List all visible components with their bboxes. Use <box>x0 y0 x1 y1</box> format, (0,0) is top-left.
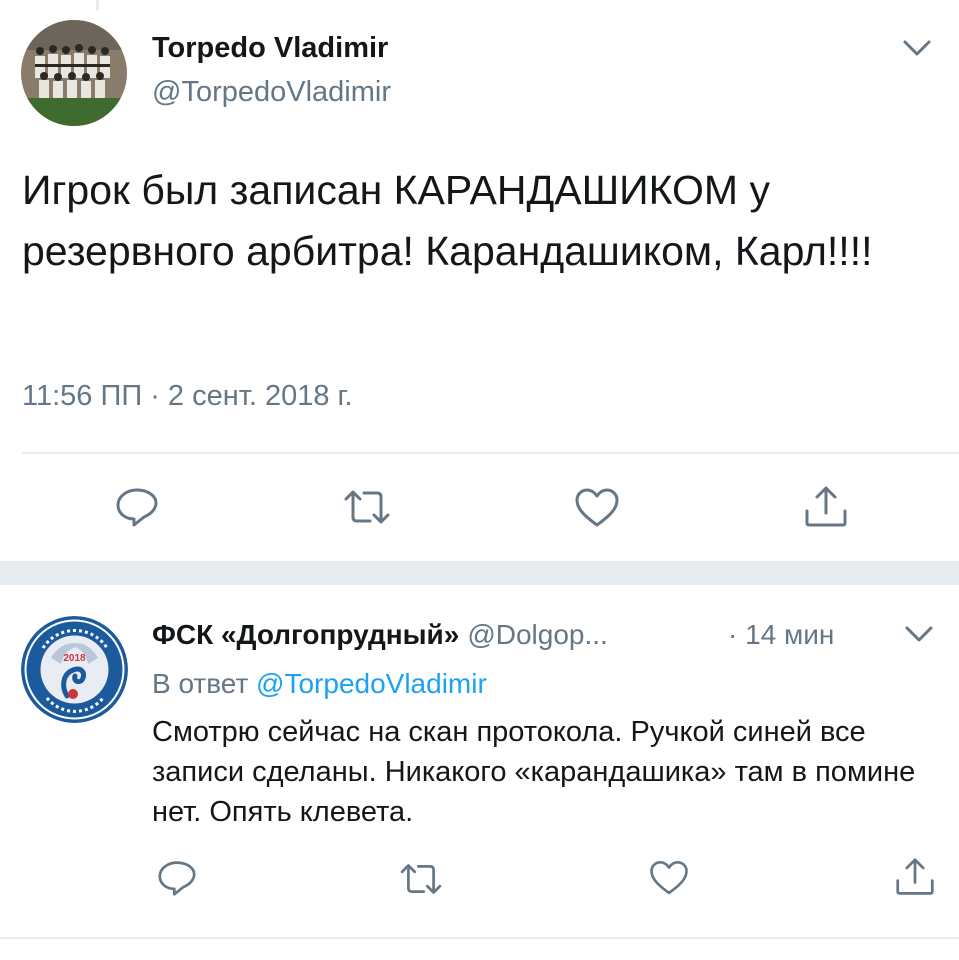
reply-text: Смотрю сейчас на скан протокола. Ручкой … <box>152 716 916 828</box>
author-handle[interactable]: @TorpedoVladimir <box>152 76 391 109</box>
reply-icon[interactable] <box>114 486 160 528</box>
share-icon[interactable] <box>803 485 849 529</box>
tweet-text: Игрок был записан КАРАНДАШИКОМ у резервн… <box>22 167 873 274</box>
in-reply-to: В ответ @TorpedoVladimir <box>152 668 487 700</box>
divider <box>0 937 959 939</box>
chevron-down-icon[interactable] <box>900 36 934 60</box>
thread-connector-line <box>96 0 99 10</box>
chevron-down-icon[interactable] <box>902 622 936 646</box>
reply-header: ФСК «Долгопрудный» @Dolgop... <box>152 619 608 651</box>
divider <box>22 452 959 454</box>
retweet-icon[interactable] <box>398 861 444 897</box>
in-reply-to-prefix: В ответ <box>152 668 249 699</box>
section-separator <box>0 561 959 585</box>
reply-author-handle[interactable]: @Dolgop... <box>467 619 608 650</box>
reply-timestamp[interactable]: · 14 мин <box>728 619 834 651</box>
club-logo-image: 2018 <box>21 616 128 723</box>
author-avatar[interactable] <box>21 20 127 126</box>
team-photo-image <box>21 20 127 126</box>
reply-author-avatar[interactable]: 2018 <box>21 616 128 723</box>
like-icon[interactable] <box>573 487 621 529</box>
logo-year-text: 2018 <box>63 653 86 664</box>
retweet-icon[interactable] <box>342 487 392 527</box>
reply-author-name[interactable]: ФСК «Долгопрудный» <box>152 619 459 650</box>
tweet-timestamp[interactable]: 11:56 ПП · 2 сент. 2018 г. <box>22 380 353 413</box>
share-icon[interactable] <box>894 857 936 897</box>
reply-icon[interactable] <box>156 859 198 897</box>
author-name[interactable]: Torpedo Vladimir <box>152 32 388 65</box>
in-reply-to-link[interactable]: @TorpedoVladimir <box>256 668 487 699</box>
like-icon[interactable] <box>648 859 690 897</box>
